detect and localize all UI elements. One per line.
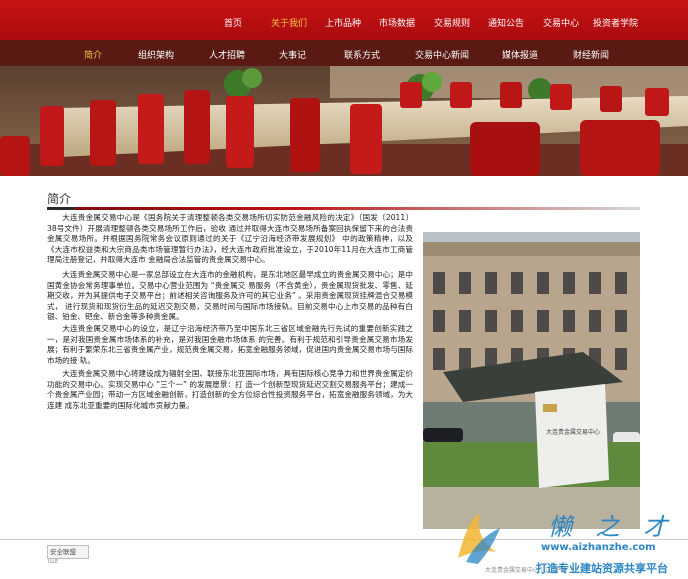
subnav-item-news[interactable]: 交易中心新闻 [415,48,469,61]
sign-text: 大连贵金属交易中心 [546,428,600,436]
nav-item-about[interactable]: 关于我们 [271,16,307,29]
page-title: 简介 [47,192,72,206]
badge-label: 安全联盟 [50,548,76,556]
nav-item-market-data[interactable]: 市场数据 [379,16,415,29]
banner-image [0,66,688,176]
intro-paragraph-4: 大连贵金属交易中心将建设成为辐射全国、联接东北亚国际市场，具有国际核心竞争力和世… [47,369,413,410]
watermark-slogan: 打造专业建站资源共享平台 [536,562,668,575]
subnav-item-finance[interactable]: 财经新闻 [573,48,609,61]
conference-room-illustration [0,66,688,176]
subnav-item-org[interactable]: 组织架构 [138,48,174,61]
watermark-logo-icon [458,514,500,564]
nav-item-products[interactable]: 上市品种 [325,16,361,29]
nav-item-home[interactable]: 首页 [224,16,242,29]
subnav-item-contact[interactable]: 联系方式 [344,48,380,61]
subnav-item-media[interactable]: 媒体报道 [502,48,538,61]
building-photo: 大连贵金属交易中心 [423,232,640,529]
subnav-item-intro[interactable]: 简介 [84,48,102,61]
nav-item-rules[interactable]: 交易规则 [434,16,470,29]
security-badge[interactable]: 安全联盟 [47,545,89,559]
sub-nav: 简介 组织架构 人才招聘 大事记 联系方式 交易中心新闻 媒体报道 财经新闻 [0,40,688,66]
subnav-item-events[interactable]: 大事记 [279,48,306,61]
watermark-url: www.aizhanzhe.com [541,542,656,553]
nav-item-notices[interactable]: 通知公告 [488,16,524,29]
intro-paragraph-1: 大连贵金属交易中心是《国务院关于清理整顿各类交易场所切实防范金融风险的决定》（国… [47,213,413,265]
subnav-item-jobs[interactable]: 人才招聘 [209,48,245,61]
intro-paragraph-3: 大连贵金属交易中心的设立，是辽宁沿海经济带乃至中国东北三省区域金融先行先试的重要… [47,324,413,365]
badge-subtext: ILLE [48,559,59,565]
nav-item-investor[interactable]: 投资者学院 [593,16,638,29]
nav-item-center[interactable]: 交易中心 [543,16,579,29]
watermark-brand: 懒 之 才 [548,513,676,541]
intro-paragraph-2: 大连贵金属交易中心是一家总部设立在大连市的金融机构，是东北地区最早成立的贵金属交… [47,270,413,322]
title-divider [47,207,640,210]
